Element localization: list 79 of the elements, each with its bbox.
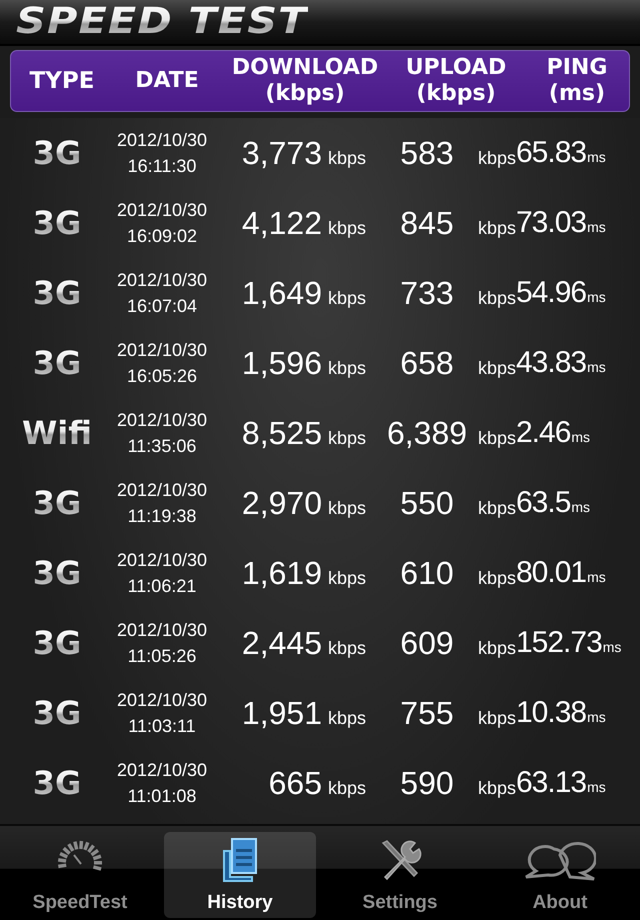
tab[interactable]: Settings [324,832,476,918]
upload-value: 658 [400,345,454,381]
column-header: TYPE [28,68,96,94]
download-value: 1,649 [242,275,322,311]
unit-label: kbps [478,149,517,167]
unit-label: ms [587,359,606,375]
download-value: 2,970 [242,485,322,521]
unit-label: kbps [327,639,366,657]
unit-label: kbps [327,429,366,447]
ping-value: 73.03 [516,205,586,241]
date-time: 2012/10/30 16:05:26 [116,339,208,388]
download-value: 2,445 [242,625,322,661]
unit-label: kbps [478,359,516,377]
download-value: 1,596 [242,345,322,381]
download-value: 4,122 [242,205,322,241]
unit-label: ms [587,289,606,305]
tab[interactable]: History [164,832,316,918]
unit-label: ms [587,709,606,725]
download-value: 8,525 [242,415,322,451]
unit-label: kbps [327,569,366,587]
unit-label: kbps [327,779,366,797]
ping-value: 63.5 [516,485,570,521]
unit-label: kbps [478,779,517,797]
column-header: DATE [134,68,200,94]
unit-label: kbps [478,289,517,307]
date-time: 2012/10/30 11:01:08 [116,759,208,808]
ping-value: 152.73 [516,625,602,661]
ping-value: 2.46 [516,415,570,451]
upload-value: 583 [400,135,454,171]
upload-value: 755 [400,695,454,731]
upload-value: 590 [400,765,454,801]
date-time: 2012/10/30 11:03:11 [116,689,208,738]
date-time: 2012/10/30 16:11:30 [116,129,208,178]
unit-label: ms [587,779,606,795]
tab[interactable]: About [484,832,636,918]
ping-value: 43.83 [516,345,586,381]
date-time: 2012/10/30 11:05:26 [116,619,208,668]
unit-label: ms [587,219,606,235]
ping-value: 80.01 [516,555,586,591]
date-time: 2012/10/30 16:09:02 [116,199,208,248]
column-header: PING (ms) [546,55,608,107]
upload-value: 610 [400,555,454,591]
unit-label: kbps [327,359,366,377]
unit-label: kbps [327,499,366,517]
unit-label: kbps [478,709,517,727]
unit-label: ms [587,149,606,165]
unit-label: kbps [327,289,366,307]
unit-label: ms [587,569,606,585]
ping-value: 65.83 [516,135,586,171]
ping-value: 54.96 [516,275,586,311]
download-value: 1,951 [242,695,322,731]
column-header: UPLOAD (kbps) [404,55,508,107]
date-time: 2012/10/30 11:35:06 [116,409,208,458]
download-value: 3,773 [242,135,322,171]
ping-value: 10.38 [516,695,586,731]
unit-label: ms [571,499,590,515]
unit-label: kbps [478,499,517,517]
unit-label: kbps [478,219,517,237]
date-time: 2012/10/30 11:06:21 [116,549,208,598]
unit-label: kbps [478,569,517,587]
unit-label: kbps [327,709,366,727]
upload-value: 733 [400,275,454,311]
unit-label: kbps [478,639,517,657]
date-time: 2012/10/30 11:19:38 [116,479,208,528]
unit-label: kbps [327,219,366,237]
download-value: 665 [268,765,322,801]
column-header: DOWNLOAD (kbps) [230,55,380,107]
date-time: 2012/10/30 16:07:04 [116,269,208,318]
upload-value: 845 [400,205,454,241]
ping-value: 63.13 [516,765,586,801]
unit-label: kbps [327,149,366,167]
unit-label: ms [571,429,590,445]
unit-label: kbps [478,429,517,447]
download-value: 1,619 [242,555,322,591]
unit-label: ms [602,639,622,655]
tab[interactable]: SpeedTest [4,832,156,918]
upload-value: 609 [400,625,454,661]
upload-value: 6,389 [386,415,468,451]
upload-value: 550 [400,485,454,521]
